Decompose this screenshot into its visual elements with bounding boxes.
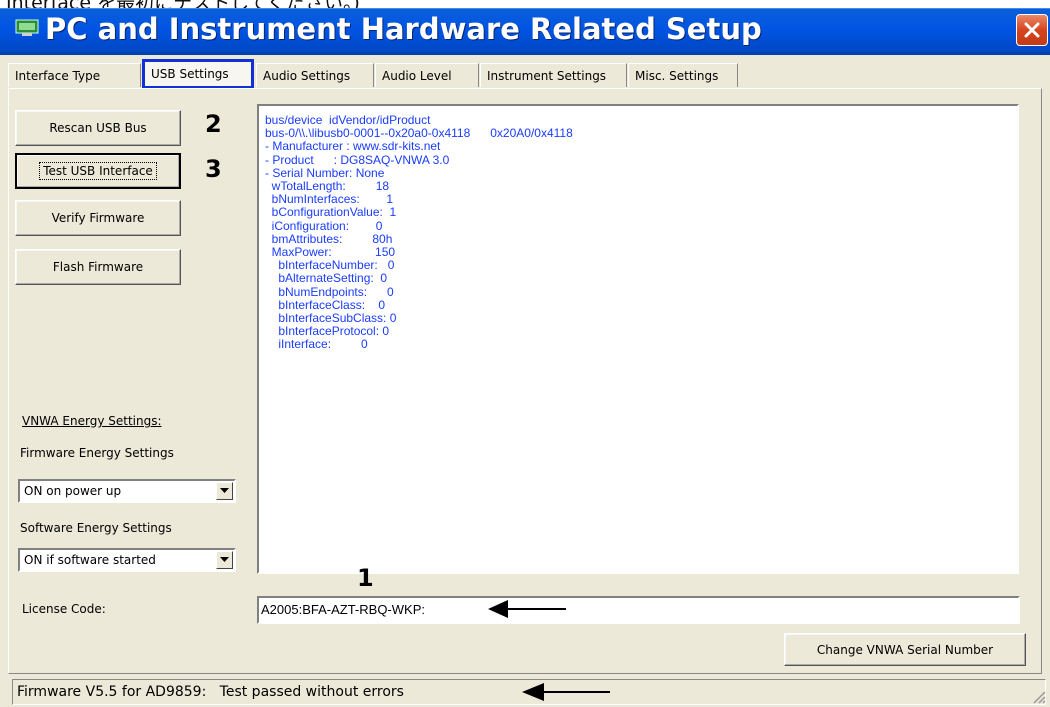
firmware-energy-label: Firmware Energy Settings <box>20 446 174 460</box>
tab-usb-settings[interactable]: USB Settings <box>142 59 254 89</box>
tab-audio-settings[interactable]: Audio Settings <box>256 63 374 87</box>
tab-instrument-settings[interactable]: Instrument Settings <box>480 63 627 87</box>
flash-firmware-button[interactable]: Flash Firmware <box>15 249 181 285</box>
usb-info-line: iInterface: 0 <box>265 337 368 352</box>
usb-info-textarea[interactable]: bus/device idVendor/idProduct bus-0/\\.\… <box>257 104 1019 574</box>
app-icon <box>15 18 39 38</box>
software-energy-label: Software Energy Settings <box>20 521 172 535</box>
chevron-down-icon[interactable] <box>216 482 233 500</box>
usb-info-line: iConfiguration: 0 <box>265 218 383 233</box>
verify-firmware-button[interactable]: Verify Firmware <box>15 200 181 236</box>
change-serial-button[interactable]: Change VNWA Serial Number <box>784 633 1026 666</box>
usb-info-line: bConfigurationValue: 1 <box>265 205 397 220</box>
usb-info-line: bNumEndpoints: 0 <box>265 284 394 299</box>
annotation-arrow-icon <box>488 600 566 618</box>
usb-info-line: bInterfaceProtocol: 0 <box>265 324 390 339</box>
close-icon <box>1024 22 1040 38</box>
test-usb-interface-button[interactable]: Test USB Interface <box>15 153 181 189</box>
usb-info-line: bAlternateSetting: 0 <box>265 271 388 286</box>
tab-interface-type[interactable]: Interface Type <box>8 63 141 87</box>
software-energy-select[interactable]: ON if software started <box>18 548 236 572</box>
license-code-input[interactable]: A2005:BFA-AZT-RBQ-WKP: <box>257 596 1020 624</box>
tab-misc-settings[interactable]: Misc. Settings <box>628 63 738 87</box>
firmware-energy-select[interactable]: ON on power up <box>18 479 236 503</box>
annotation-arrow-icon <box>522 683 610 701</box>
resize-grip-icon[interactable] <box>1030 688 1046 704</box>
annotation-number-3: 3 <box>205 155 222 183</box>
top-caption-strip: Interface を最初にテストしてください。) <box>0 0 1050 8</box>
top-caption: Interface を最初にテストしてください。) <box>6 0 360 8</box>
annotation-number-2: 2 <box>205 110 222 138</box>
energy-section-label: VNWA Energy Settings: <box>22 414 162 428</box>
usb-info-line: - Product : DG8SAQ-VNWA 3.0 <box>265 152 450 167</box>
close-button[interactable] <box>1016 14 1048 46</box>
chevron-down-icon[interactable] <box>216 551 233 569</box>
usb-info-line: - Manufacturer : www.sdr-kits.net <box>265 139 441 154</box>
window-title: PC and Instrument Hardware Related Setup <box>45 12 762 46</box>
tab-audio-level[interactable]: Audio Level <box>375 63 479 87</box>
license-code-label: License Code: <box>22 602 106 616</box>
annotation-number-1: 1 <box>357 564 374 592</box>
rescan-usb-button[interactable]: Rescan USB Bus <box>15 110 181 146</box>
